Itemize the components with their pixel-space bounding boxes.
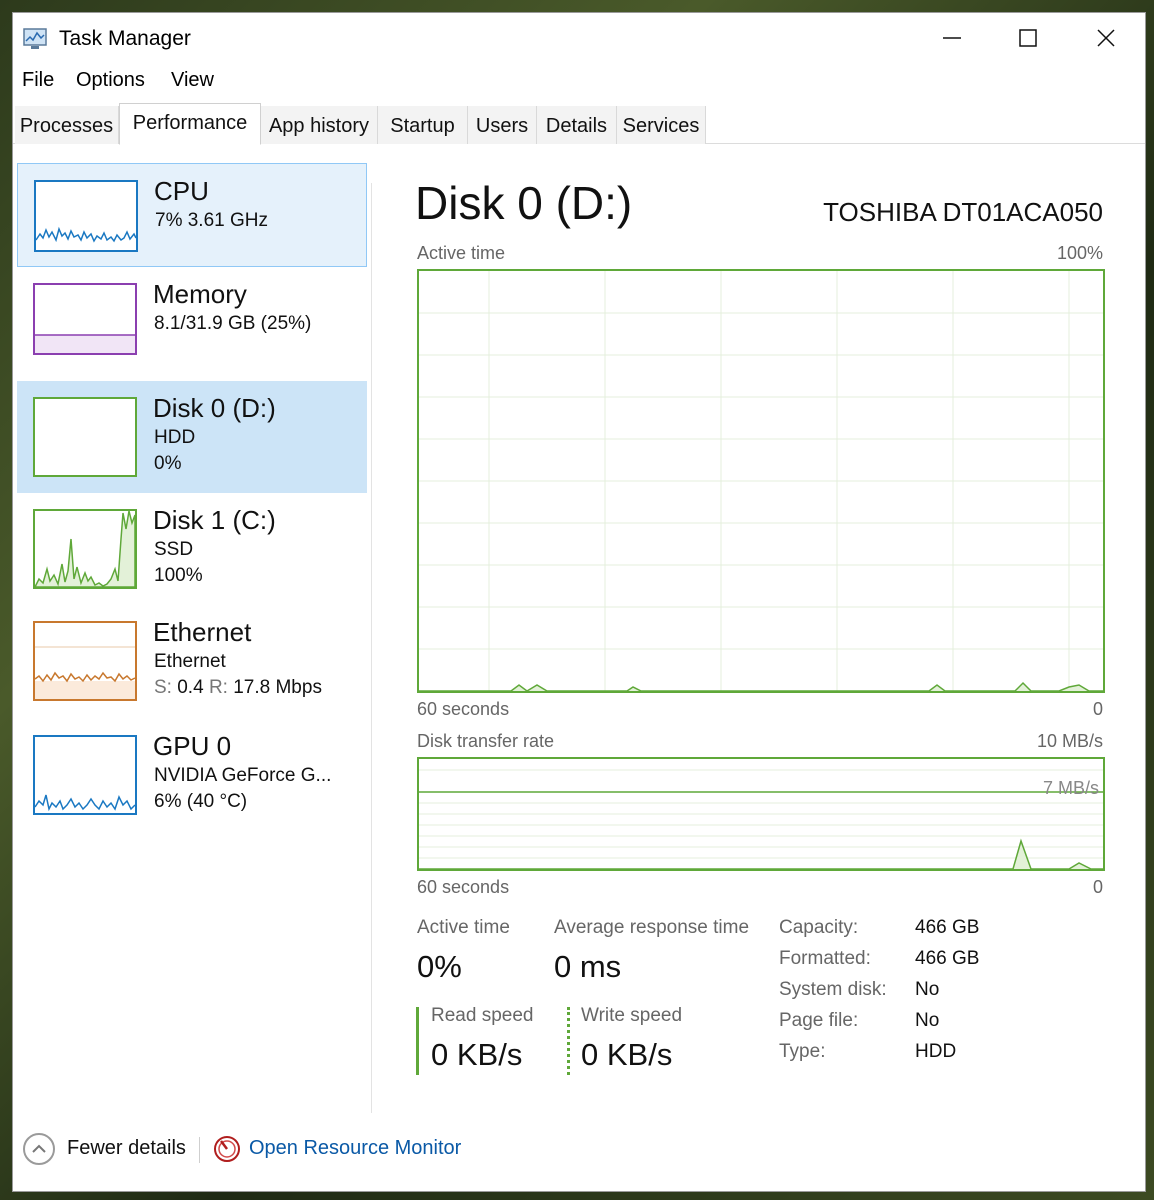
read-speed-value: 0 KB/s — [431, 1037, 523, 1072]
read-speed-indicator — [416, 1007, 419, 1075]
maximize-icon — [1019, 29, 1037, 47]
sidebar-item-detail: 0% — [154, 453, 182, 474]
disk1-thumbnail-graph — [33, 509, 137, 589]
close-icon — [1097, 29, 1115, 47]
receive-value: 17.8 Mbps — [233, 677, 322, 698]
sidebar-item-disk0[interactable]: Disk 0 (D:) HDD 0% — [17, 381, 367, 493]
tab-services[interactable]: Services — [617, 106, 706, 144]
receive-label: R: — [208, 677, 228, 698]
formatted-value: 466 GB — [915, 948, 980, 969]
system-disk-label: System disk: — [779, 979, 887, 1000]
menu-options[interactable]: Options — [76, 69, 145, 92]
maximize-button[interactable] — [991, 13, 1065, 63]
sidebar-item-detail: 7% 3.61 GHz — [155, 210, 268, 231]
type-value: HDD — [915, 1041, 957, 1062]
sidebar-item-label: Disk 1 (C:) — [153, 505, 276, 535]
active-time-graph — [417, 269, 1105, 693]
page-file-value: No — [915, 1010, 940, 1031]
footer-divider — [199, 1137, 200, 1163]
sidebar-item-detail: 100% — [154, 565, 203, 586]
task-manager-window: Task Manager File Options View Processes… — [12, 12, 1146, 1192]
active-time-graph-max: 100% — [1056, 243, 1103, 263]
close-button[interactable] — [1069, 13, 1143, 63]
disk0-thumbnail-graph — [33, 397, 137, 477]
active-time-graph-duration: 60 seconds — [417, 699, 510, 719]
sidebar-item-label: GPU 0 — [153, 731, 232, 761]
footer-bar: Fewer details Open Resource Monitor — [13, 1125, 1145, 1175]
transfer-rate-scale-label: 7 MB/s — [1042, 778, 1099, 798]
sidebar-item-detail: 8.1/31.9 GB (25%) — [154, 313, 312, 334]
system-disk-value: No — [915, 979, 940, 1000]
memory-thumbnail-graph — [33, 283, 137, 355]
page-title: Disk 0 (D:) — [415, 177, 633, 229]
open-resource-monitor-link[interactable]: Open Resource Monitor — [249, 1137, 461, 1160]
menu-view[interactable]: View — [171, 69, 214, 92]
send-value: 0.4 — [177, 677, 204, 698]
sidebar-item-type: NVIDIA GeForce G... — [154, 765, 332, 786]
transfer-rate-graph — [417, 757, 1105, 871]
menu-bar: File Options View — [13, 69, 1145, 101]
sidebar-item-label: Disk 0 (D:) — [153, 393, 276, 423]
fewer-details-button[interactable] — [23, 1133, 55, 1165]
active-time-stat-label: Active time — [417, 917, 510, 938]
tab-startup[interactable]: Startup — [378, 106, 468, 144]
chevron-up-icon — [32, 1144, 46, 1153]
read-speed-label: Read speed — [431, 1005, 534, 1026]
tab-details[interactable]: Details — [537, 106, 617, 144]
sidebar-item-detail: S: 0.4 R: 17.8 Mbps — [154, 677, 322, 699]
sidebar-item-gpu0[interactable]: GPU 0 NVIDIA GeForce G... 6% (40 °C) — [17, 719, 367, 831]
transfer-rate-graph-label: Disk transfer rate — [417, 731, 555, 751]
resource-monitor-icon — [214, 1136, 240, 1162]
sidebar-item-type: Ethernet — [154, 651, 226, 672]
avg-response-label: Average response time — [554, 917, 750, 938]
transfer-rate-graph-max: 10 MB/s — [1036, 731, 1103, 751]
active-time-stat-value: 0% — [417, 949, 462, 984]
active-time-graph-label: Active time — [417, 243, 506, 263]
write-speed-value: 0 KB/s — [581, 1037, 673, 1072]
panel-divider — [371, 183, 372, 1113]
fewer-details-link[interactable]: Fewer details — [67, 1137, 186, 1160]
active-time-graph-min: 0 — [1092, 699, 1103, 719]
tab-bar: Processes Performance App history Startu… — [13, 103, 1145, 145]
avg-response-value: 0 ms — [554, 949, 622, 984]
sidebar-item-label: Memory — [153, 279, 247, 309]
write-speed-indicator — [567, 1007, 570, 1075]
sidebar-item-memory[interactable]: Memory 8.1/31.9 GB (25%) — [17, 267, 367, 371]
sidebar-item-detail: 6% (40 °C) — [154, 791, 248, 812]
window-title: Task Manager — [59, 27, 191, 50]
gpu-thumbnail-graph — [33, 735, 137, 815]
capacity-value: 466 GB — [915, 917, 980, 938]
transfer-rate-graph-duration: 60 seconds — [417, 877, 510, 897]
page-file-label: Page file: — [779, 1010, 859, 1031]
type-label: Type: — [779, 1041, 826, 1062]
device-model: TOSHIBA DT01ACA050 — [823, 197, 1103, 227]
sidebar-item-label: CPU — [154, 176, 209, 206]
menu-file[interactable]: File — [22, 69, 54, 92]
minimize-icon — [943, 37, 961, 39]
cpu-thumbnail-graph — [34, 180, 138, 252]
ethernet-thumbnail-graph — [33, 621, 137, 701]
sidebar-item-cpu[interactable]: CPU 7% 3.61 GHz — [17, 163, 367, 267]
tab-users[interactable]: Users — [468, 106, 537, 144]
task-manager-icon — [23, 28, 47, 49]
minimize-button[interactable] — [915, 13, 989, 63]
capacity-label: Capacity: — [779, 917, 859, 938]
sidebar-item-ethernet[interactable]: Ethernet Ethernet S: 0.4 R: 17.8 Mbps — [17, 605, 367, 717]
sidebar-item-label: Ethernet — [153, 617, 252, 647]
write-speed-label: Write speed — [581, 1005, 683, 1026]
tab-app-history[interactable]: App history — [261, 106, 378, 144]
resource-sidebar: CPU 7% 3.61 GHz Memory 8.1/31.9 GB (25%)… — [17, 163, 367, 1113]
sidebar-item-disk1[interactable]: Disk 1 (C:) SSD 100% — [17, 493, 367, 605]
tab-performance[interactable]: Performance — [119, 103, 261, 145]
title-bar: Task Manager — [13, 13, 1145, 63]
sidebar-item-type: SSD — [154, 539, 194, 560]
transfer-rate-graph-min: 0 — [1092, 877, 1103, 897]
sidebar-item-type: HDD — [154, 427, 196, 448]
formatted-label: Formatted: — [779, 948, 871, 969]
tab-processes[interactable]: Processes — [15, 106, 119, 144]
send-label: S: — [154, 677, 172, 698]
